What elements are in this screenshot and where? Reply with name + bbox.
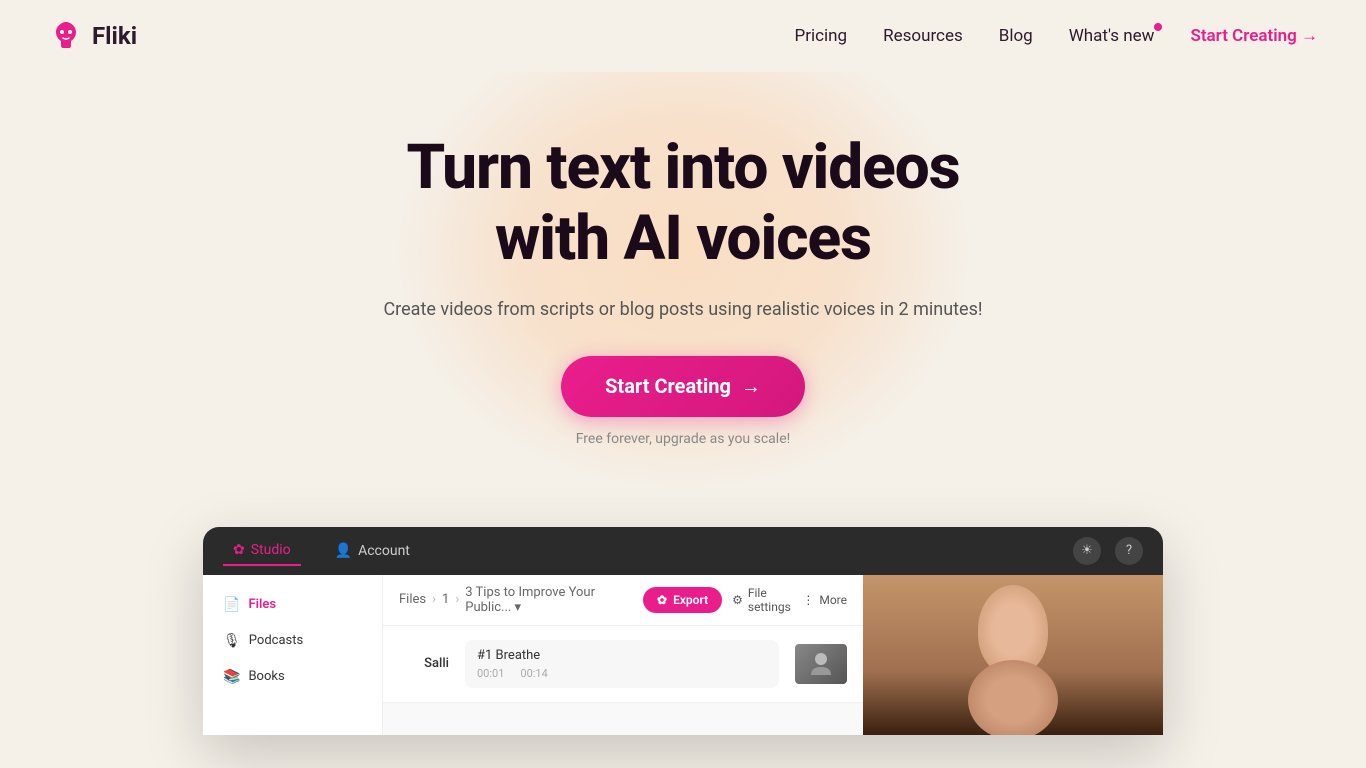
nav-blog[interactable]: Blog bbox=[999, 26, 1033, 46]
more-label: More bbox=[819, 593, 847, 607]
script-timecodes: 00:01 00:14 bbox=[477, 667, 767, 680]
breadcrumb-sep-1: › bbox=[432, 592, 436, 607]
hero-title-line1: Turn text into videos bbox=[406, 131, 959, 204]
more-button[interactable]: ⋮ More bbox=[802, 593, 847, 607]
tab-account[interactable]: 👤 Account bbox=[325, 537, 420, 565]
hero-title-line2: with AI voices bbox=[495, 202, 871, 275]
studio-tab-icon: ✿ bbox=[233, 542, 245, 558]
hero-title: Turn text into videos with AI voices bbox=[20, 132, 1346, 275]
breadcrumb-file-name[interactable]: 3 Tips to Improve Your Public... ▾ bbox=[465, 585, 637, 615]
logo[interactable]: Fliki bbox=[48, 18, 137, 54]
nav-start-creating[interactable]: Start Creating → bbox=[1190, 26, 1318, 46]
export-icon: ✿ bbox=[657, 593, 667, 607]
export-button[interactable]: ✿ Export bbox=[643, 587, 722, 613]
thumbnail-figure-icon bbox=[806, 649, 836, 679]
nav-links: Pricing Resources Blog What's new Start … bbox=[795, 26, 1318, 46]
breadcrumb-1[interactable]: 1 bbox=[442, 592, 449, 607]
timecode-end: 00:14 bbox=[520, 667, 547, 680]
app-topbar: ✿ Studio 👤 Account ☀ ? bbox=[203, 527, 1163, 575]
studio-tab-label: Studio bbox=[251, 542, 291, 558]
script-thumbnail bbox=[795, 644, 847, 684]
script-row: Salli #1 Breathe 00:01 00:14 bbox=[383, 626, 863, 703]
app-preview: ✿ Studio 👤 Account ☀ ? 📄 Files bbox=[203, 527, 1163, 735]
export-label: Export bbox=[673, 593, 708, 607]
file-settings-icon: ⚙ bbox=[732, 593, 743, 607]
theme-toggle-button[interactable]: ☀ bbox=[1073, 537, 1101, 565]
nav-resources[interactable]: Resources bbox=[883, 26, 963, 46]
fliki-logo-icon bbox=[48, 18, 84, 54]
podcasts-icon: 🎙 bbox=[223, 633, 241, 649]
hero-free-text: Free forever, upgrade as you scale! bbox=[20, 431, 1346, 447]
hero-cta-arrow: → bbox=[741, 374, 761, 399]
breadcrumb-sep-2: › bbox=[455, 592, 459, 607]
hero-cta-label: Start Creating bbox=[605, 374, 731, 398]
more-icon: ⋮ bbox=[802, 593, 814, 607]
portrait-face bbox=[863, 575, 1163, 735]
books-icon: 📚 bbox=[223, 669, 240, 685]
thumbnail-image bbox=[795, 644, 847, 684]
portrait-area bbox=[863, 575, 1163, 735]
sidebar-files-label: Files bbox=[248, 597, 276, 612]
timecode-start: 00:01 bbox=[477, 667, 504, 680]
breadcrumb-actions: ✿ Export ⚙ File settings ⋮ More bbox=[643, 586, 847, 614]
app-right-panel bbox=[863, 575, 1163, 735]
app-preview-wrapper: ✿ Studio 👤 Account ☀ ? 📄 Files bbox=[0, 527, 1366, 735]
script-text: #1 Breathe bbox=[477, 648, 767, 663]
sidebar-books-label: Books bbox=[248, 669, 284, 684]
file-settings-label: File settings bbox=[748, 586, 792, 614]
nav-whats-new[interactable]: What's new bbox=[1069, 26, 1155, 46]
hero-section: Turn text into videos with AI voices Cre… bbox=[0, 72, 1366, 527]
app-body: 📄 Files 🎙 Podcasts 📚 Books Files › bbox=[203, 575, 1163, 735]
sidebar-podcasts-label: Podcasts bbox=[249, 633, 303, 648]
breadcrumb-bar: Files › 1 › 3 Tips to Improve Your Publi… bbox=[383, 575, 863, 626]
breadcrumb-files[interactable]: Files bbox=[399, 592, 426, 607]
sidebar-item-books[interactable]: 📚 Books bbox=[203, 659, 382, 695]
help-button[interactable]: ? bbox=[1115, 537, 1143, 565]
hero-subtitle: Create videos from scripts or blog posts… bbox=[20, 299, 1346, 320]
account-tab-label: Account bbox=[358, 543, 410, 559]
app-sidebar: 📄 Files 🎙 Podcasts 📚 Books bbox=[203, 575, 383, 735]
app-main-panel: Files › 1 › 3 Tips to Improve Your Publi… bbox=[383, 575, 863, 735]
hero-content: Turn text into videos with AI voices Cre… bbox=[20, 132, 1346, 447]
speaker-name: Salli bbox=[399, 656, 449, 671]
brand-name: Fliki bbox=[92, 22, 137, 50]
tab-studio[interactable]: ✿ Studio bbox=[223, 536, 301, 566]
account-tab-icon: 👤 bbox=[335, 543, 352, 559]
hero-cta-button[interactable]: Start Creating → bbox=[561, 356, 805, 417]
file-settings-button[interactable]: ⚙ File settings bbox=[732, 586, 792, 614]
nav-pricing[interactable]: Pricing bbox=[795, 26, 848, 46]
topbar-right-icons: ☀ ? bbox=[1073, 537, 1143, 565]
navbar: Fliki Pricing Resources Blog What's new … bbox=[0, 0, 1366, 72]
sidebar-item-podcasts[interactable]: 🎙 Podcasts bbox=[203, 623, 382, 659]
sidebar-item-files[interactable]: 📄 Files bbox=[203, 587, 382, 623]
files-icon: 📄 bbox=[223, 597, 240, 613]
script-text-area[interactable]: #1 Breathe 00:01 00:14 bbox=[465, 640, 779, 688]
